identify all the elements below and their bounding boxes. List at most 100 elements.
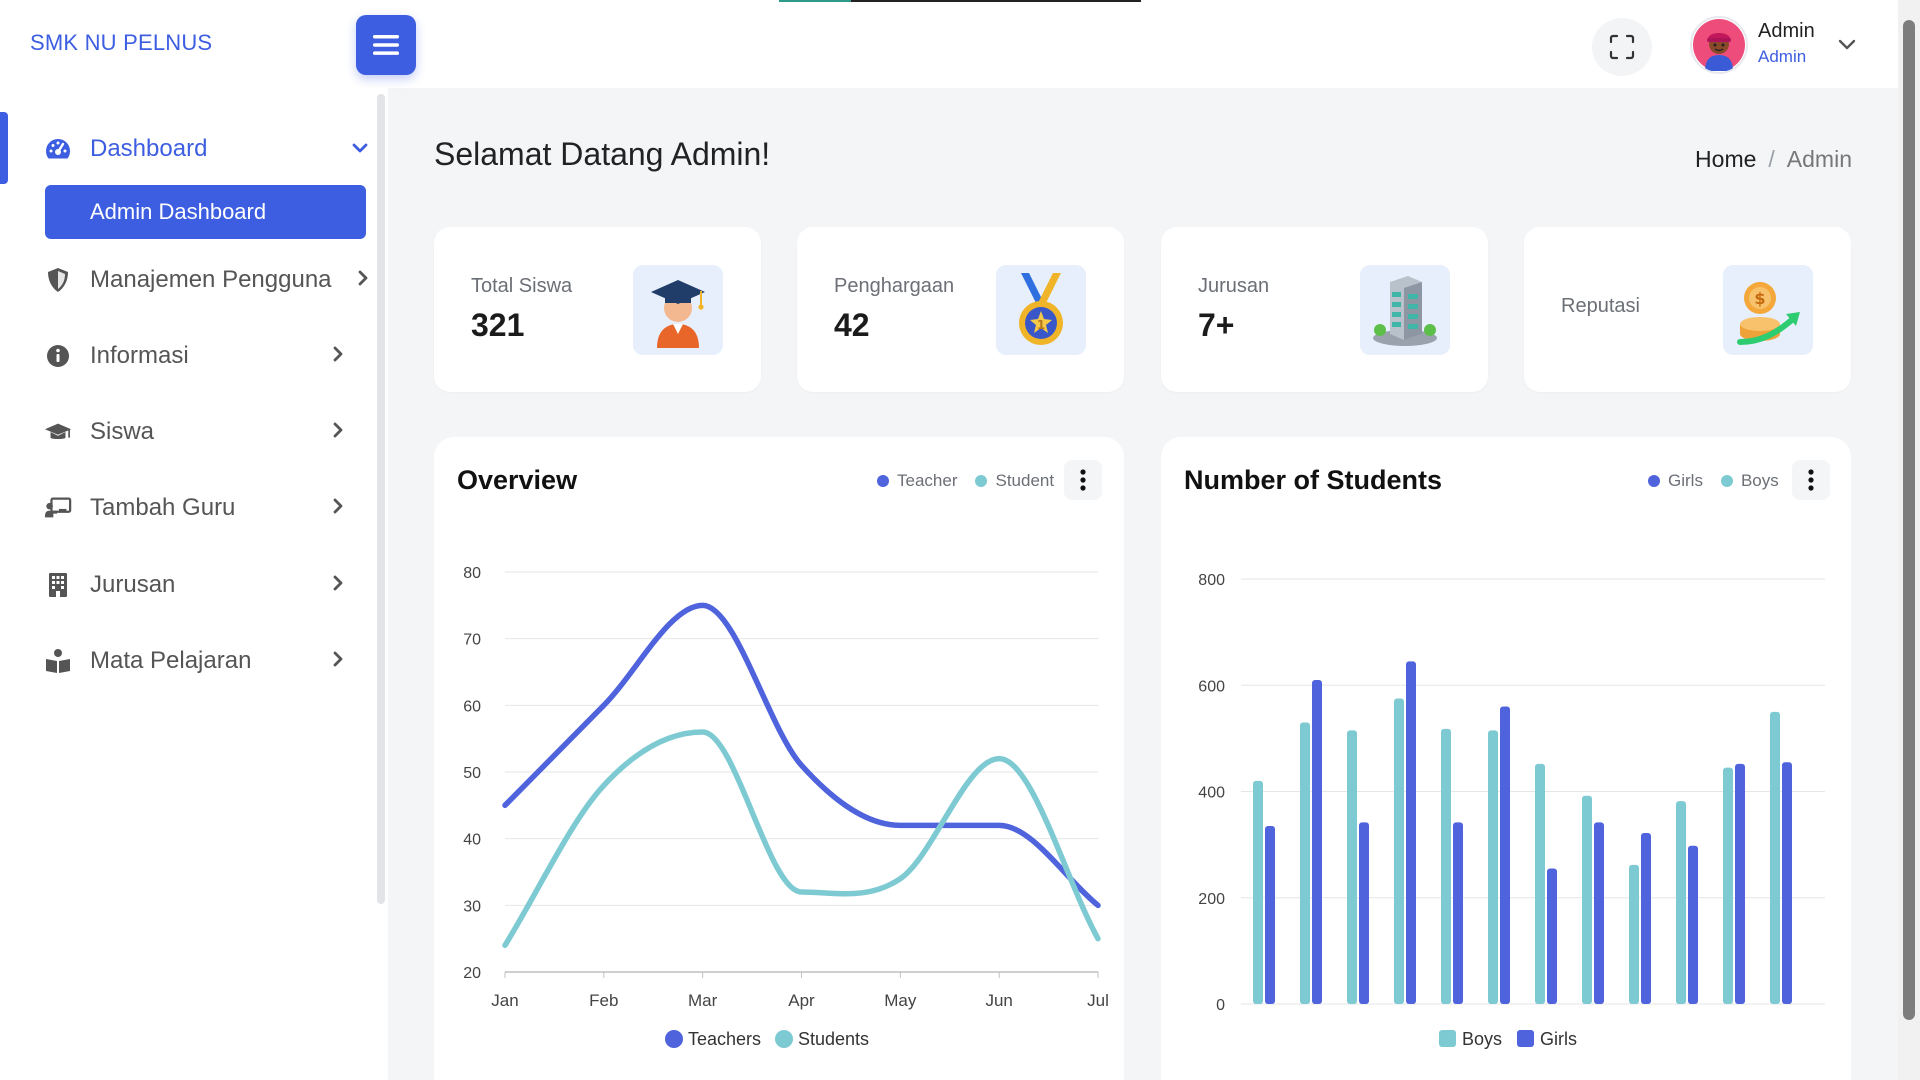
legend-marker: [1517, 1030, 1534, 1047]
submenu-item-admin-dashboard[interactable]: Admin Dashboard: [45, 185, 366, 239]
sidebar-item-dashboard[interactable]: Dashboard: [44, 129, 368, 169]
menu-toggle-button[interactable]: [356, 15, 416, 75]
scrollbar-thumb[interactable]: [1903, 20, 1915, 1020]
legend-label: Boys: [1462, 1029, 1502, 1049]
breadcrumb-separator: /: [1768, 146, 1775, 172]
stat-card-penghargaan[interactable]: Penghargaan 42 1: [797, 227, 1124, 392]
fullscreen-button[interactable]: [1592, 18, 1652, 76]
chevron-right-icon: [333, 651, 344, 672]
bar-girls: [1312, 679, 1322, 1004]
x-tick-label: Jun: [985, 991, 1012, 1010]
sidebar-item-informasi[interactable]: Informasi: [44, 336, 364, 376]
bar-boys: [1488, 730, 1498, 1004]
breadcrumb-current: Admin: [1786, 146, 1852, 172]
y-tick-label: 800: [1198, 572, 1225, 589]
y-tick-label: 200: [1198, 891, 1225, 908]
y-tick-label: 400: [1198, 785, 1225, 802]
sidebar-item-label: Siswa: [90, 418, 155, 445]
sidebar-item-label: Mata Pelajaran: [90, 647, 252, 674]
bar-boys: [1629, 864, 1639, 1004]
chevron-right-icon: [333, 346, 344, 367]
building-icon: [1360, 265, 1450, 355]
bar-boys: [1441, 728, 1451, 1004]
overview-chart-card: Overview Teacher Student 20 30 40 50 60 70 80 J…: [434, 437, 1124, 1080]
sidebar-scrollbar[interactable]: [377, 94, 385, 904]
breadcrumb-home[interactable]: Home: [1695, 146, 1756, 173]
y-tick-label: 80: [463, 565, 481, 582]
chevron-right-icon: [333, 422, 344, 443]
series-line-teachers: [502, 602, 1101, 909]
coin-growth-icon: $: [1723, 265, 1813, 355]
sidebar-item-manajemen-pengguna[interactable]: Manajemen Pengguna: [44, 260, 368, 300]
y-tick-label: 0: [1216, 997, 1225, 1014]
book-reader-icon: [44, 647, 72, 675]
sidebar-item-label: Informasi: [90, 342, 189, 369]
chevron-right-icon: [333, 498, 344, 519]
chevron-down-icon: [1838, 39, 1856, 50]
bar-boys: [1300, 722, 1310, 1004]
x-tick-label: Jul: [1087, 991, 1109, 1010]
stat-card-total-siswa[interactable]: Total Siswa 321: [434, 227, 761, 392]
legend-marker: [775, 1030, 793, 1048]
sidebar-item-siswa[interactable]: Siswa: [44, 412, 364, 452]
user-menu-chevron[interactable]: [1838, 38, 1856, 56]
stat-label: Total Siswa: [471, 275, 573, 297]
stat-label: Reputasi: [1561, 295, 1640, 317]
bar-girls: [1782, 762, 1792, 1004]
hamburger-icon: [373, 35, 399, 55]
chevron-down-icon: [352, 141, 368, 159]
stat-card-reputasi[interactable]: Reputasi $: [1524, 227, 1851, 392]
x-tick-label: May: [884, 991, 917, 1010]
bar-girls: [1500, 706, 1510, 1004]
y-tick-label: 60: [463, 698, 481, 715]
bar-girls: [1594, 822, 1604, 1004]
sidebar-item-label: Dashboard: [90, 135, 208, 162]
bar-girls: [1547, 868, 1557, 1004]
sidebar-item-label: Tambah Guru: [90, 494, 236, 521]
sidebar-item-mata-pelajaran[interactable]: Mata Pelajaran: [44, 641, 364, 681]
bar-boys: [1347, 730, 1357, 1004]
building-icon: [44, 571, 72, 599]
svg-text:$: $: [1754, 289, 1765, 308]
overview-line-chart: 20 30 40 50 60 70 80 Jan Feb Mar Apr May Jun Jul Teach…: [463, 565, 1109, 1049]
bar-girls: [1735, 763, 1745, 1004]
graduation-cap-icon: [44, 418, 72, 446]
y-tick-label: 40: [463, 832, 481, 849]
bar-boys: [1770, 711, 1780, 1004]
chalkboard-teacher-icon: [44, 494, 72, 522]
bar-girls: [1406, 661, 1416, 1004]
sidebar-active-indicator: [0, 112, 8, 184]
svg-text:1: 1: [1037, 318, 1045, 332]
legend-marker: [1439, 1030, 1456, 1047]
window-scrollbar[interactable]: [1898, 0, 1920, 1080]
y-tick-label: 70: [463, 632, 481, 649]
sidebar-item-label: Jurusan: [90, 571, 176, 598]
bar-boys: [1253, 780, 1263, 1004]
gauge-icon: [44, 135, 72, 163]
x-tick-label: Apr: [788, 991, 815, 1010]
sidebar-item-jurusan[interactable]: Jurusan: [44, 565, 364, 605]
legend-label: Girls: [1540, 1029, 1577, 1049]
user-name: Admin: [1758, 20, 1815, 42]
stat-value: 42: [834, 307, 870, 343]
x-tick-label: Mar: [688, 991, 718, 1010]
top-bar: SMK NU PELNUS Admin Admin: [0, 0, 1898, 88]
bar-boys: [1582, 795, 1592, 1004]
sidebar-item-tambah-guru[interactable]: Tambah Guru: [44, 488, 364, 528]
stat-label: Jurusan: [1198, 275, 1270, 297]
chevron-right-icon: [333, 575, 344, 596]
y-tick-label: 600: [1198, 678, 1225, 695]
stat-card-jurusan[interactable]: Jurusan 7+: [1161, 227, 1488, 392]
legend-label: Teachers: [688, 1029, 761, 1049]
avatar[interactable]: [1690, 16, 1748, 74]
bar-girls: [1641, 832, 1651, 1004]
stat-label: Penghargaan: [834, 275, 955, 297]
bar-boys: [1676, 801, 1686, 1004]
loading-bar: [779, 0, 851, 2]
bar-girls: [1453, 822, 1463, 1004]
loading-bar-track: [851, 0, 1141, 2]
bar-boys: [1394, 698, 1404, 1004]
user-menu[interactable]: Admin Admin: [1758, 20, 1815, 67]
brand-name[interactable]: SMK NU PELNUS: [30, 30, 212, 56]
bar-boys: [1535, 763, 1545, 1004]
